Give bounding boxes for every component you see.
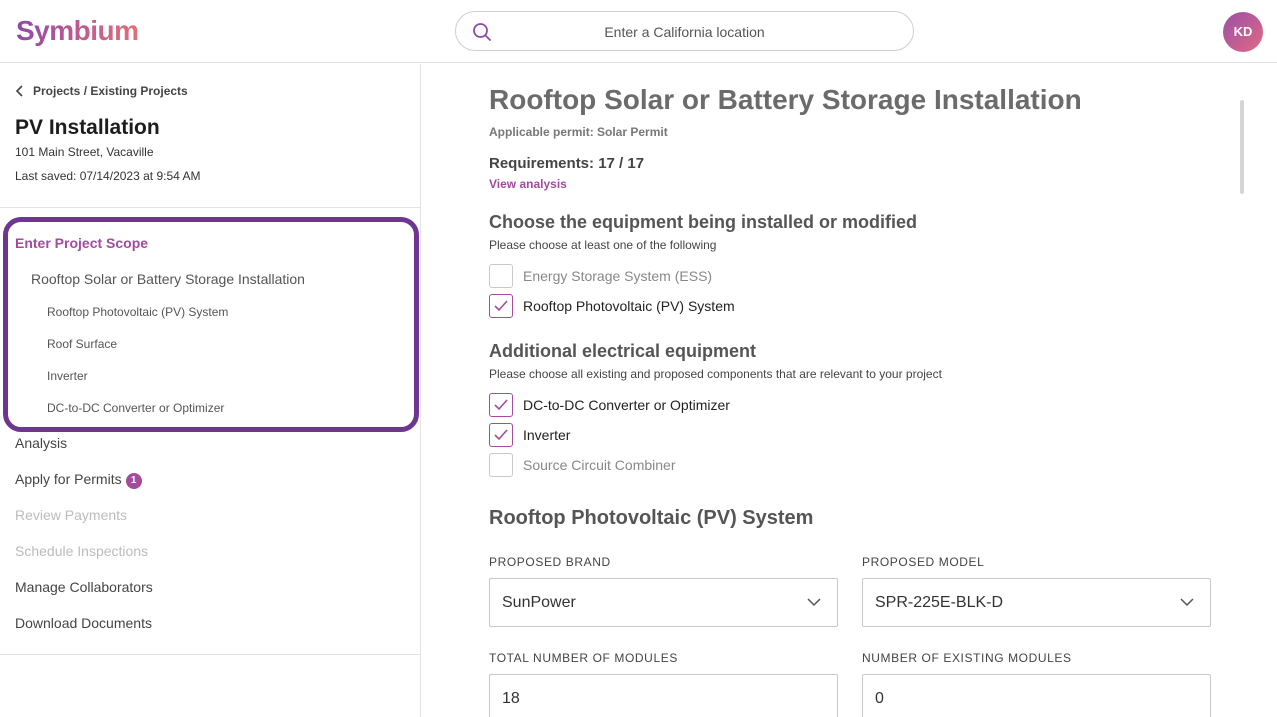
total-modules-value: 18	[502, 690, 520, 707]
breadcrumb-label: Projects / Existing Projects	[33, 84, 188, 98]
option-label: Inverter	[523, 427, 571, 443]
option-label: Source Circuit Combiner	[523, 457, 676, 473]
main-content: Rooftop Solar or Battery Storage Install…	[422, 64, 1277, 717]
option-label: DC-to-DC Converter or Optimizer	[523, 397, 730, 413]
nav-schedule-inspections: Schedule Inspections	[15, 543, 149, 559]
page-title: Rooftop Solar or Battery Storage Install…	[489, 84, 1082, 115]
checkbox-rooftop-pv[interactable]	[489, 294, 513, 318]
scrollbar[interactable]	[1240, 100, 1244, 194]
project-sidebar: Projects / Existing Projects PV Installa…	[0, 64, 421, 717]
user-avatar[interactable]: KD	[1223, 12, 1263, 52]
checkmark-icon	[494, 399, 508, 411]
checkmark-icon	[494, 300, 508, 312]
view-analysis-link[interactable]: View analysis	[489, 177, 567, 191]
requirements-count: Requirements: 17 / 17	[489, 155, 645, 172]
nav-roof-surface[interactable]: Roof Surface	[47, 337, 117, 351]
nav-manage-collaborators[interactable]: Manage Collaborators	[15, 579, 153, 595]
electrical-heading: Additional electrical equipment	[489, 341, 757, 361]
last-saved-timestamp: Last saved: 07/14/2023 at 9:54 AM	[15, 169, 201, 183]
nav-inverter[interactable]: Inverter	[47, 369, 88, 383]
equipment-heading: Choose the equipment being installed or …	[489, 212, 918, 232]
notification-badge: 1	[125, 473, 142, 489]
sidebar-divider	[0, 207, 420, 208]
existing-modules-label: NUMBER OF EXISTING MODULES	[862, 651, 1072, 665]
nav-enter-project-scope[interactable]: Enter Project Scope	[15, 235, 148, 251]
nav-analysis[interactable]: Analysis	[15, 435, 67, 451]
equipment-hint: Please choose at least one of the follow…	[489, 238, 717, 252]
pv-section-heading: Rooftop Photovoltaic (PV) System	[489, 507, 814, 529]
applicable-permit: Applicable permit: Solar Permit	[489, 125, 668, 139]
checkbox-source-circuit-combiner[interactable]	[489, 453, 513, 477]
nav-rooftop-solar-storage[interactable]: Rooftop Solar or Battery Storage Install…	[31, 271, 305, 287]
nav-rooftop-pv-system[interactable]: Rooftop Photovoltaic (PV) System	[47, 305, 228, 319]
total-modules-label: TOTAL NUMBER OF MODULES	[489, 651, 678, 665]
existing-modules-input[interactable]: 0	[862, 674, 1211, 717]
checkmark-icon	[494, 429, 508, 441]
proposed-model-label: PROPOSED MODEL	[862, 555, 985, 569]
breadcrumb[interactable]: Projects / Existing Projects	[15, 84, 188, 98]
checkbox-dc-dc-converter[interactable]	[489, 393, 513, 417]
nav-download-documents[interactable]: Download Documents	[15, 615, 152, 631]
sidebar-divider-bottom	[0, 654, 420, 655]
nav-review-payments: Review Payments	[15, 507, 128, 523]
checkbox-ess[interactable]	[489, 264, 513, 288]
option-label: Energy Storage System (ESS)	[523, 268, 713, 284]
location-search-bar[interactable]: Enter a California location	[455, 11, 914, 51]
proposed-model-value: SPR-225E-BLK-D	[875, 594, 1004, 611]
chevron-left-icon	[15, 85, 23, 97]
project-address: 101 Main Street, Vacaville	[15, 145, 154, 159]
total-modules-input[interactable]: 18	[489, 674, 838, 717]
option-label: Rooftop Photovoltaic (PV) System	[523, 298, 735, 314]
proposed-brand-value: SunPower	[502, 594, 576, 611]
proposed-brand-label: PROPOSED BRAND	[489, 555, 611, 569]
proposed-brand-select[interactable]: SunPower	[489, 578, 838, 627]
nav-apply-for-permits[interactable]: Apply for Permits 1	[15, 471, 142, 489]
symbium-logo[interactable]: Symbium	[16, 15, 139, 47]
project-title: PV Installation	[15, 116, 160, 139]
search-input[interactable]: Enter a California location	[456, 24, 913, 40]
checkbox-inverter[interactable]	[489, 423, 513, 447]
electrical-hint: Please choose all existing and proposed …	[489, 367, 942, 381]
chevron-down-icon	[807, 598, 821, 607]
proposed-model-select[interactable]: SPR-225E-BLK-D	[862, 578, 1211, 627]
nav-apply-for-permits-label: Apply for Permits	[15, 471, 122, 487]
chevron-down-icon	[1180, 598, 1194, 607]
existing-modules-value: 0	[875, 690, 884, 707]
nav-dc-dc-converter[interactable]: DC-to-DC Converter or Optimizer	[47, 401, 224, 415]
top-header: Symbium Enter a California location KD	[0, 0, 1277, 63]
